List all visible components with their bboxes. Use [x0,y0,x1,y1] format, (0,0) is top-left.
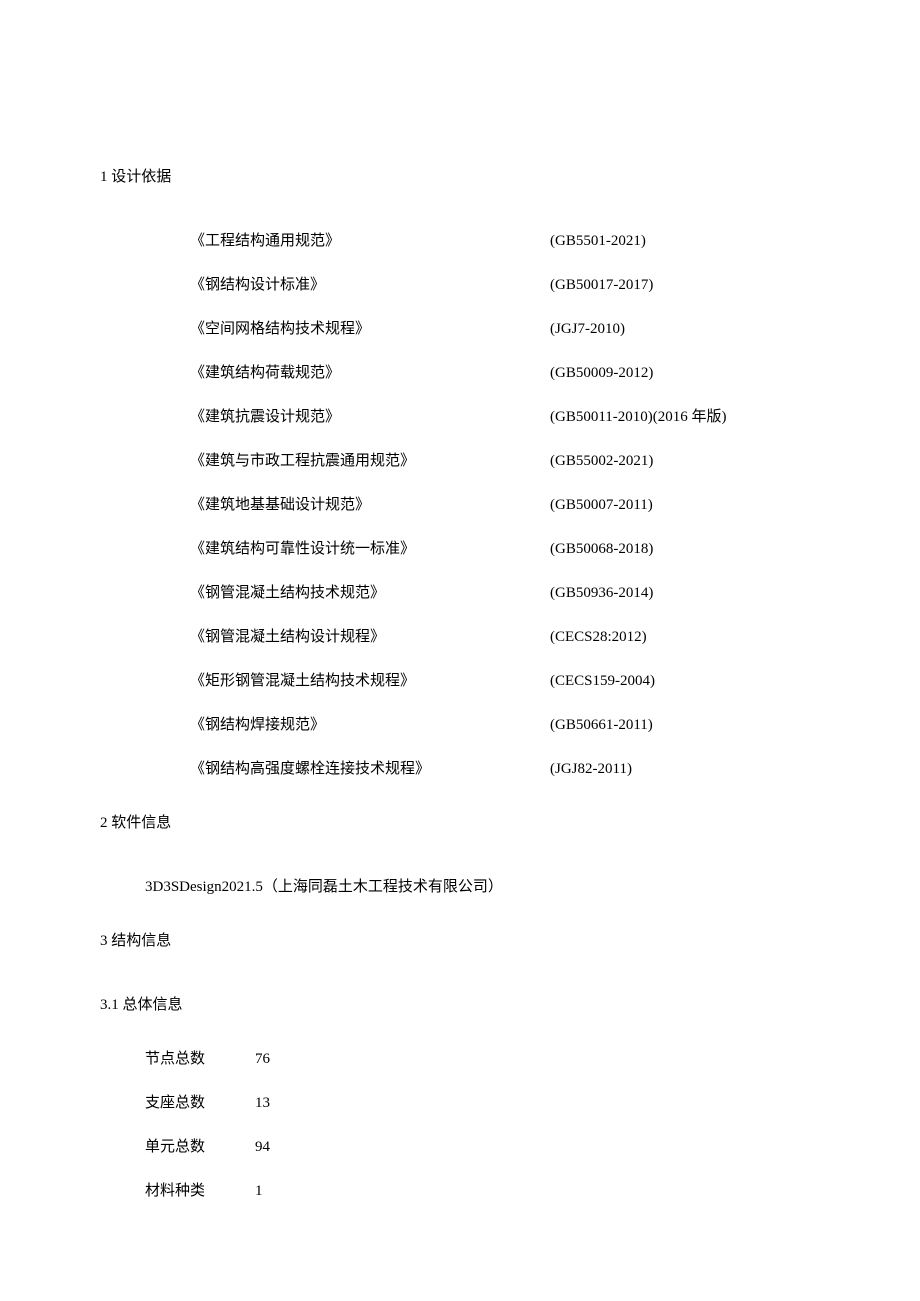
standard-code: (GB50009-2012) [550,361,653,385]
standard-row: 《建筑地基基础设计规范》 (GB50007-2011) [190,493,820,517]
standards-list: 《工程结构通用规范》 (GB5501-2021) 《钢结构设计标准》 (GB50… [190,229,820,781]
standard-row: 《钢结构高强度螺栓连接技术规程》 (JGJ82-2011) [190,757,820,781]
summary-value: 1 [255,1179,263,1203]
standard-name: 《建筑结构荷载规范》 [190,361,550,385]
summary-label: 节点总数 [145,1047,255,1071]
standard-name: 《建筑结构可靠性设计统一标准》 [190,537,550,561]
standard-row: 《钢结构设计标准》 (GB50017-2017) [190,273,820,297]
standard-code: (JGJ7-2010) [550,317,625,341]
summary-row: 节点总数 76 [145,1047,820,1071]
standard-name: 《钢结构焊接规范》 [190,713,550,737]
standard-row: 《建筑抗震设计规范》 (GB50011-2010)(2016 年版) [190,405,820,429]
standard-name: 《钢结构高强度螺栓连接技术规程》 [190,757,550,781]
standard-code: (GB50017-2017) [550,273,653,297]
standard-row: 《矩形钢管混凝土结构技术规程》 (CECS159-2004) [190,669,820,693]
standard-row: 《钢管混凝土结构技术规范》 (GB50936-2014) [190,581,820,605]
summary-row: 材料种类 1 [145,1179,820,1203]
standard-code: (GB50936-2014) [550,581,653,605]
software-info-text: 3D3SDesign2021.5（上海同磊土木工程技术有限公司） [145,875,820,899]
standard-row: 《建筑结构荷载规范》 (GB50009-2012) [190,361,820,385]
standard-code: (GB50068-2018) [550,537,653,561]
standard-name: 《钢管混凝土结构技术规范》 [190,581,550,605]
standard-code: (GB55002-2021) [550,449,653,473]
standard-name: 《建筑抗震设计规范》 [190,405,550,429]
standard-name: 《工程结构通用规范》 [190,229,550,253]
standard-name: 《钢结构设计标准》 [190,273,550,297]
standard-code: (CECS28:2012) [550,625,647,649]
standard-name: 《空间网格结构技术规程》 [190,317,550,341]
standard-name: 《矩形钢管混凝土结构技术规程》 [190,669,550,693]
summary-label: 单元总数 [145,1135,255,1159]
standard-row: 《建筑结构可靠性设计统一标准》 (GB50068-2018) [190,537,820,561]
standard-row: 《空间网格结构技术规程》 (JGJ7-2010) [190,317,820,341]
standard-code: (GB5501-2021) [550,229,646,253]
standard-code: (JGJ82-2011) [550,757,632,781]
section-3-1-heading: 3.1 总体信息 [100,993,820,1017]
standard-row: 《建筑与市政工程抗震通用规范》 (GB55002-2021) [190,449,820,473]
summary-row: 支座总数 13 [145,1091,820,1115]
standard-name: 《建筑与市政工程抗震通用规范》 [190,449,550,473]
section-2-heading: 2 软件信息 [100,811,820,835]
standard-row: 《钢结构焊接规范》 (GB50661-2011) [190,713,820,737]
standard-code: (GB50011-2010)(2016 年版) [550,405,727,429]
summary-label: 支座总数 [145,1091,255,1115]
standard-row: 《钢管混凝土结构设计规程》 (CECS28:2012) [190,625,820,649]
summary-value: 13 [255,1091,270,1115]
standard-name: 《建筑地基基础设计规范》 [190,493,550,517]
standard-name: 《钢管混凝土结构设计规程》 [190,625,550,649]
summary-row: 单元总数 94 [145,1135,820,1159]
standard-row: 《工程结构通用规范》 (GB5501-2021) [190,229,820,253]
summary-value: 94 [255,1135,270,1159]
summary-list: 节点总数 76 支座总数 13 单元总数 94 材料种类 1 [145,1047,820,1203]
section-1-heading: 1 设计依据 [100,165,820,189]
standard-code: (CECS159-2004) [550,669,655,693]
summary-label: 材料种类 [145,1179,255,1203]
section-3-heading: 3 结构信息 [100,929,820,953]
summary-value: 76 [255,1047,270,1071]
standard-code: (GB50007-2011) [550,493,653,517]
standard-code: (GB50661-2011) [550,713,653,737]
